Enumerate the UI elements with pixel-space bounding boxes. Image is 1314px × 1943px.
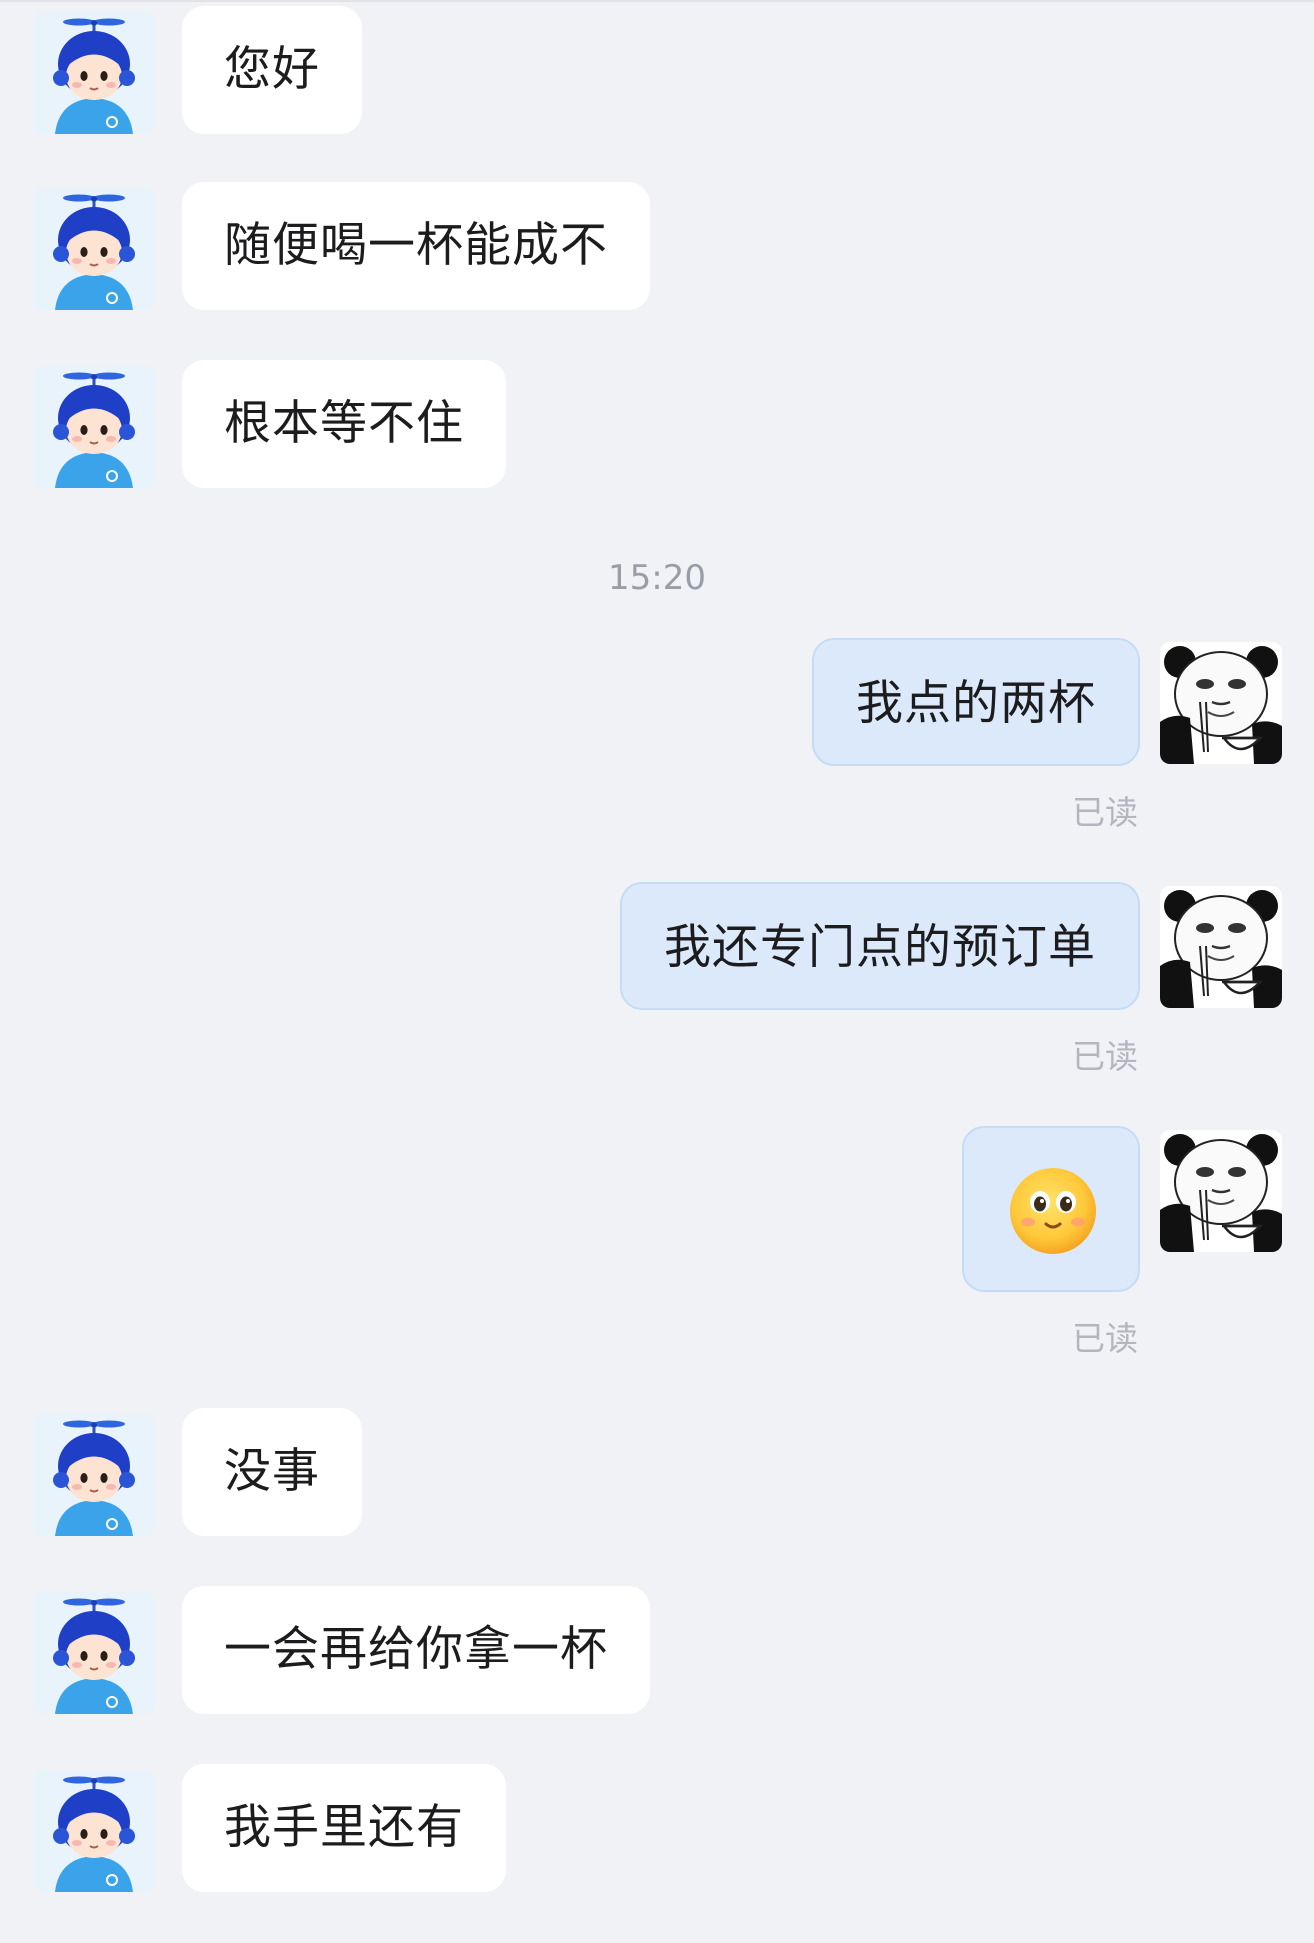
- incoming-message-bubble[interactable]: 您好: [182, 6, 362, 134]
- cartoon-boy-avatar-icon: [33, 1592, 155, 1714]
- chat-timestamp: 15:20: [608, 558, 706, 598]
- cartoon-boy-avatar-icon: [33, 366, 155, 488]
- panda-meme-avatar-icon: [1160, 886, 1282, 1008]
- incoming-message-bubble[interactable]: 一会再给你拿一杯: [182, 1586, 650, 1714]
- cartoon-boy-avatar-icon: [33, 1414, 155, 1536]
- incoming-message-bubble[interactable]: 没事: [182, 1408, 362, 1536]
- cartoon-boy-avatar-icon: [33, 12, 155, 134]
- self-avatar[interactable]: [1160, 1130, 1282, 1252]
- incoming-message-bubble[interactable]: 根本等不住: [182, 360, 506, 488]
- self-avatar[interactable]: [1160, 642, 1282, 764]
- panda-meme-avatar-icon: [1160, 642, 1282, 764]
- chat-window[interactable]: 您好 随便喝一杯能成不 根本等不住 15:20 我点的两杯 已读 我还专门点的预…: [0, 0, 1314, 1943]
- cartoon-boy-avatar-icon: [33, 1770, 155, 1892]
- read-status: 已读: [1072, 1319, 1138, 1358]
- incoming-message-bubble[interactable]: 我手里还有: [182, 1764, 506, 1892]
- contact-avatar[interactable]: [33, 188, 155, 310]
- incoming-message-bubble[interactable]: 随便喝一杯能成不: [182, 182, 650, 310]
- panda-meme-avatar-icon: [1160, 1130, 1282, 1252]
- contact-avatar[interactable]: [33, 1770, 155, 1892]
- outgoing-message-bubble[interactable]: 我点的两杯: [812, 638, 1140, 766]
- read-status: 已读: [1072, 1037, 1138, 1076]
- outgoing-message-bubble[interactable]: 我还专门点的预订单: [620, 882, 1140, 1010]
- read-status: 已读: [1072, 793, 1138, 832]
- contact-avatar[interactable]: [33, 366, 155, 488]
- smiling-face-with-big-eyes-icon: [1010, 1168, 1096, 1254]
- self-avatar[interactable]: [1160, 886, 1282, 1008]
- contact-avatar[interactable]: [33, 1592, 155, 1714]
- contact-avatar[interactable]: [33, 12, 155, 134]
- outgoing-emoji-bubble[interactable]: [962, 1126, 1140, 1292]
- cartoon-boy-avatar-icon: [33, 188, 155, 310]
- contact-avatar[interactable]: [33, 1414, 155, 1536]
